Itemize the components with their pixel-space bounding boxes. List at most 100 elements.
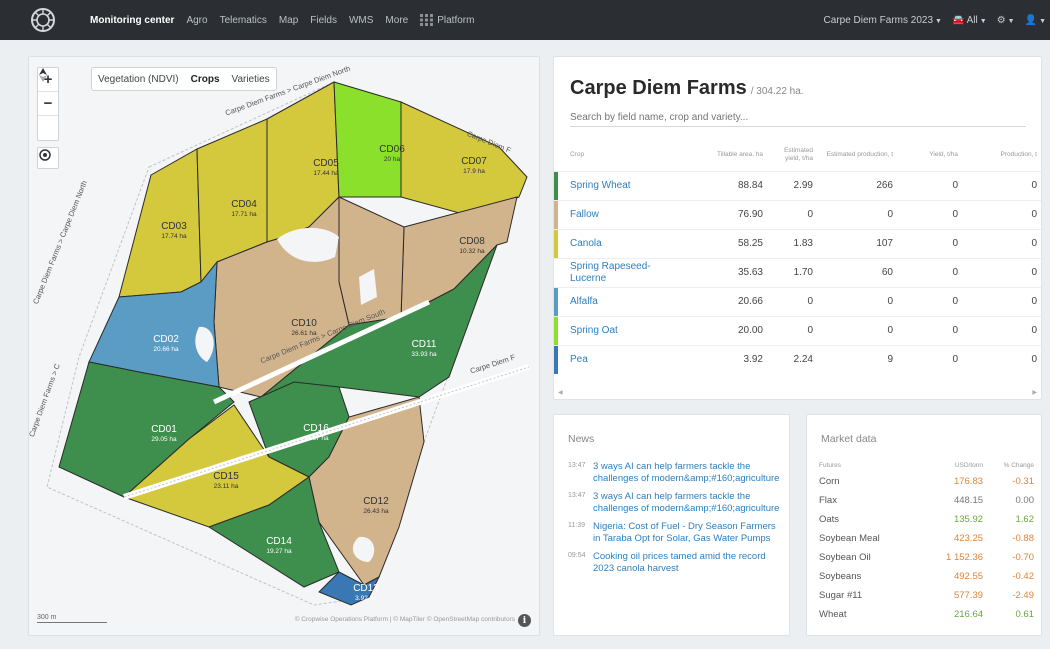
field-name: CD08 [459, 236, 485, 247]
field-label-cd03[interactable]: CD03 17.74 ha [149, 222, 199, 242]
col-tillable-area[interactable]: Tillable area, ha [684, 139, 769, 171]
crop-color-swatch [554, 258, 558, 287]
field-label-cd15[interactable]: CD15 23.11 ha [201, 472, 251, 492]
chevron-down-icon: ▼ [935, 17, 942, 25]
tab-varieties[interactable]: Varieties [232, 74, 270, 85]
nav-monitoring-center[interactable]: Monitoring center [90, 15, 174, 26]
crop-color-swatch [554, 229, 558, 258]
crop-name-link[interactable]: Pea [570, 354, 588, 365]
user-menu[interactable]: 👤 ▼ [1025, 15, 1046, 26]
market-cell-name: Soybean Oil [819, 552, 871, 563]
crop-cell-crop[interactable]: Pea [554, 344, 684, 374]
crop-row[interactable]: Fallow 76.90 0 0 0 0 [554, 199, 1041, 229]
crop-row[interactable]: Pea 3.92 2.24 9 0 0 [554, 344, 1041, 374]
scroll-left-icon: ◀ [558, 390, 563, 396]
market-row: Oats 135.92 1.62 [819, 510, 1034, 529]
tab-crops[interactable]: Crops [191, 74, 220, 85]
field-label-cd04[interactable]: CD04 17.71 ha [219, 200, 269, 220]
nav-wms[interactable]: WMS [349, 15, 373, 26]
news-panel: News 13:47 3 ways AI can help farmers tac… [553, 414, 790, 636]
col-est-production[interactable]: Estimated production, t [819, 139, 899, 171]
crop-row[interactable]: Canola 58.25 1.83 107 0 0 [554, 228, 1041, 258]
col-yield[interactable]: Yield, t/ha [899, 139, 964, 171]
news-item[interactable]: 09:54 Cooking oil prices tamed amid the r… [568, 551, 781, 574]
farm-selector[interactable]: Carpe Diem Farms 2023 ▼ [824, 15, 942, 26]
crop-name-link[interactable]: Spring Rapeseed-Lucerne [570, 261, 662, 285]
crop-cell-prod: 0 [964, 286, 1041, 316]
crop-cell-crop[interactable]: Alfalfa [554, 286, 684, 316]
crop-name-link[interactable]: Spring Wheat [570, 180, 631, 191]
field-label-cd01[interactable]: CD01 29.05 ha [139, 425, 189, 445]
grid-icon [420, 14, 434, 26]
news-time: 13:47 [568, 492, 586, 499]
news-headline-link[interactable]: Nigeria: Cost of Fuel - Dry Season Farme… [593, 521, 781, 544]
app-logo-icon[interactable] [28, 5, 58, 35]
field-area: 17.44 ha [313, 170, 339, 177]
field-label-cd08[interactable]: CD08 10.32 ha [447, 237, 497, 257]
field-cd09-shape[interactable] [338, 196, 405, 326]
field-label-cd12[interactable]: CD12 26.43 ha [351, 497, 401, 517]
field-label-cd13[interactable]: CD13 3.92 ha [341, 584, 391, 604]
crop-cell-crop[interactable]: Spring Oat [554, 315, 684, 345]
crop-cell-crop[interactable]: Canola [554, 228, 684, 258]
nav-telematics[interactable]: Telematics [220, 15, 267, 26]
settings-menu[interactable]: ⚙ ▼ [997, 15, 1015, 26]
news-item[interactable]: 13:47 3 ways AI can help farmers tackle t… [568, 491, 781, 514]
crop-cell-yield: 0 [899, 344, 964, 374]
col-est-yield[interactable]: Estimated yield, t/ha [769, 139, 819, 171]
crop-cell-crop[interactable]: Spring Rapeseed-Lucerne [554, 257, 684, 287]
nav-more[interactable]: More [385, 15, 408, 26]
field-label-cd14[interactable]: CD14 19.27 ha [254, 537, 304, 557]
horizontal-scrollbar[interactable]: ◀ ▶ [558, 390, 1037, 396]
crop-cell-crop[interactable]: Spring Wheat [554, 170, 684, 200]
crop-row[interactable]: Alfalfa 20.66 0 0 0 0 [554, 286, 1041, 316]
field-name: CD14 [266, 536, 292, 547]
crop-name-link[interactable]: Spring Oat [570, 325, 618, 336]
market-row: Wheat 216.64 0.61 [819, 605, 1034, 624]
field-name: CD01 [151, 424, 177, 435]
crop-row[interactable]: Spring Wheat 88.84 2.99 266 0 0 [554, 170, 1041, 200]
market-cell-price: 448.15 [953, 495, 984, 506]
crop-name-link[interactable]: Fallow [570, 209, 599, 220]
locate-button[interactable] [37, 147, 59, 169]
market-data-panel: Market data Futures USD/tonn % Change Co… [806, 414, 1042, 636]
field-label-cd05[interactable]: CD05 17.44 ha [301, 159, 351, 179]
news-item[interactable]: 13:47 3 ways AI can help farmers tackle t… [568, 461, 781, 484]
market-cell-price: 1 152.36 [946, 552, 984, 563]
field-label-cd07[interactable]: CD07 17.9 ha [449, 157, 499, 177]
nav-fields[interactable]: Fields [310, 15, 337, 26]
crop-cell-crop[interactable]: Fallow [554, 199, 684, 229]
tab-vegetation-ndvi[interactable]: Vegetation (NDVI) [98, 74, 179, 85]
field-label-cd16[interactable]: CD16 14.67 ha [291, 424, 341, 444]
col-crop[interactable]: Crop [554, 139, 684, 171]
col-production[interactable]: Production, t [964, 139, 1041, 171]
market-cell-change: -2.49 [1012, 590, 1034, 601]
zoom-out-button[interactable]: − [38, 92, 58, 116]
field-label-cd02[interactable]: CD02 20.66 ha [141, 335, 191, 355]
map-panel[interactable]: CD03 17.74 ha CD04 17.71 ha CD05 17.44 ha CD06… [28, 56, 540, 636]
crop-row[interactable]: Spring Oat 20.00 0 0 0 0 [554, 315, 1041, 345]
nav-platform[interactable]: Platform [420, 14, 474, 26]
compass-north-button[interactable] [38, 68, 58, 140]
field-label-cd11[interactable]: CD11 33.93 ha [399, 340, 449, 360]
news-headline-link[interactable]: Cooking oil prices tamed amid the record… [593, 551, 781, 574]
news-headline-link[interactable]: 3 ways AI can help farmers tackle the ch… [593, 461, 781, 484]
crop-name-link[interactable]: Alfalfa [570, 296, 598, 307]
crop-name-link[interactable]: Canola [570, 238, 602, 249]
info-icon[interactable]: i [518, 614, 531, 627]
field-cd06-shape[interactable] [333, 81, 402, 198]
nav-map[interactable]: Map [279, 15, 298, 26]
crop-row[interactable]: Spring Rapeseed-Lucerne 35.63 1.70 60 0 0 [554, 257, 1041, 287]
field-area: 17.9 ha [463, 168, 485, 175]
news-item[interactable]: 11:39 Nigeria: Cost of Fuel - Dry Season … [568, 521, 781, 544]
field-search-input[interactable] [570, 109, 1026, 127]
nav-agro[interactable]: Agro [186, 15, 207, 26]
user-icon: 👤 [1024, 14, 1038, 26]
field-label-cd06[interactable]: CD06 20 ha [367, 145, 417, 165]
crop-cell-yield: 0 [899, 170, 964, 200]
news-headline-link[interactable]: 3 ways AI can help farmers tackle the ch… [593, 491, 781, 514]
vehicle-selector[interactable]: 🚘 All ▼ [952, 15, 987, 26]
map-scale-bar: 300 m [37, 614, 107, 623]
field-name: CD12 [363, 496, 389, 507]
field-name: CD15 [213, 471, 239, 482]
